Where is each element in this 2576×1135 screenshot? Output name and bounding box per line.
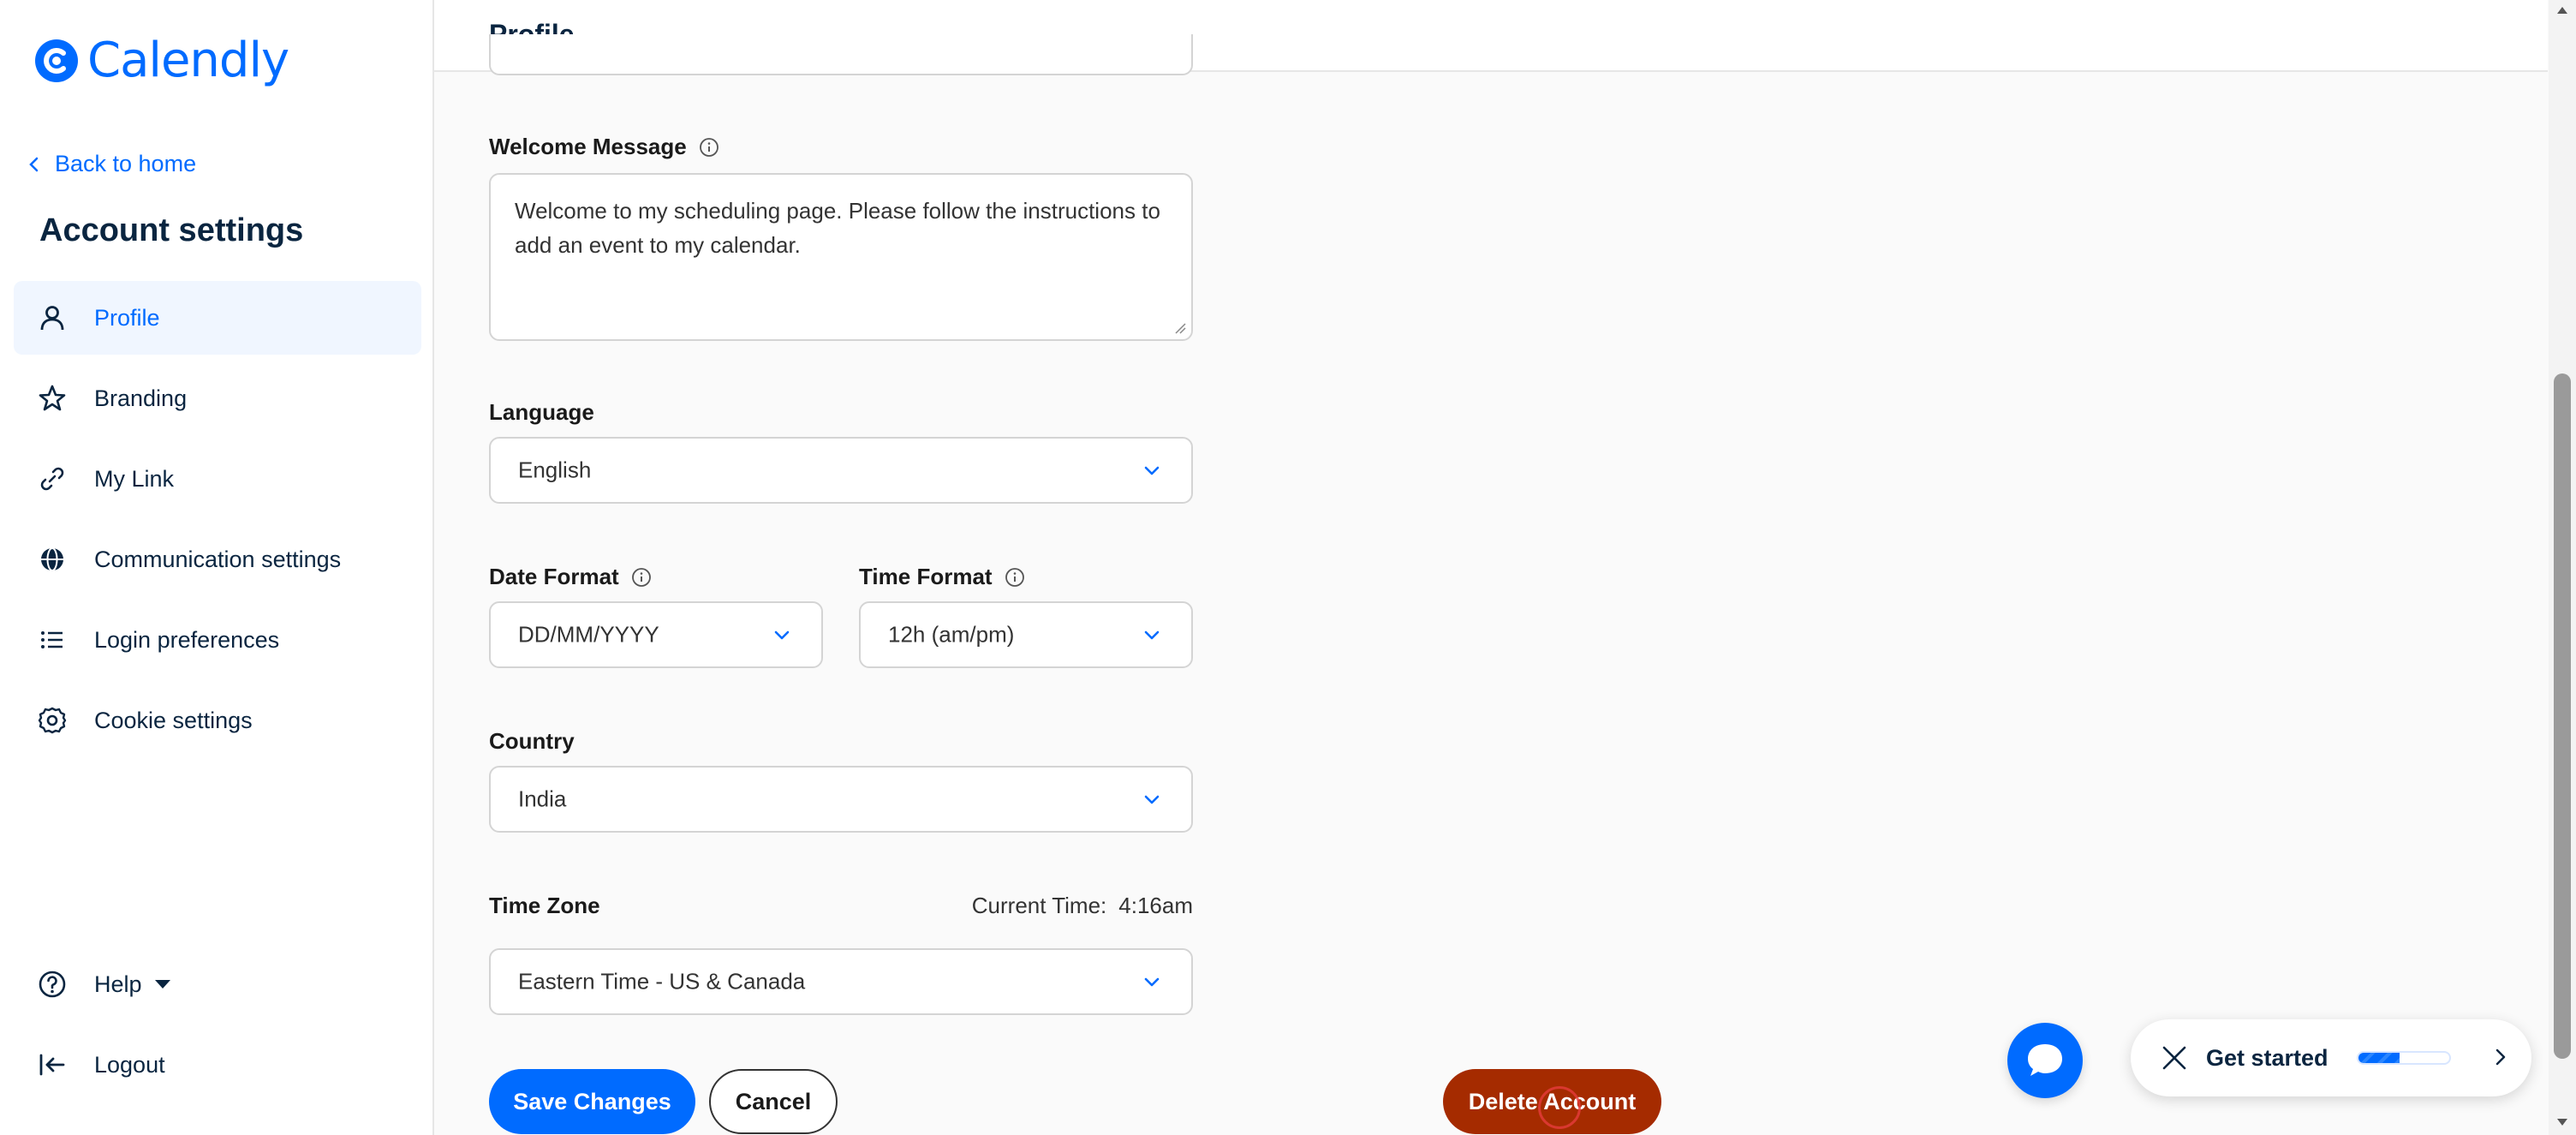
language-select[interactable]: English: [489, 437, 1193, 504]
welcome-message-label: Welcome Message: [489, 134, 719, 160]
back-to-home-link[interactable]: Back to home: [26, 151, 196, 177]
language-label: Language: [489, 399, 594, 426]
sidebar-item-communication-settings[interactable]: Communication settings: [14, 523, 421, 596]
time-format-value: 12h (am/pm): [888, 621, 1015, 648]
cancel-button[interactable]: Cancel: [709, 1069, 838, 1134]
scrollbar[interactable]: [2549, 0, 2576, 1135]
sidebar-item-label: My Link: [94, 465, 175, 492]
time-format-select[interactable]: 12h (am/pm): [859, 601, 1193, 668]
caret-down-icon: [154, 980, 170, 989]
info-icon[interactable]: [631, 567, 652, 588]
time-zone-label-text: Time Zone: [489, 893, 600, 918]
sidebar-item-label: Branding: [94, 385, 188, 411]
welcome-message-textarea[interactable]: Welcome to my scheduling page. Please fo…: [489, 173, 1193, 341]
close-icon[interactable]: [2160, 1043, 2189, 1072]
get-started-widget[interactable]: Get started: [2131, 1019, 2531, 1096]
sidebar-item-cookie-settings[interactable]: Cookie settings: [14, 684, 421, 757]
language-label-text: Language: [489, 399, 594, 425]
calendly-logo[interactable]: Calendly: [33, 33, 289, 88]
chevron-down-icon: [1144, 977, 1160, 987]
help-menu[interactable]: Help: [38, 970, 171, 999]
star-icon: [38, 384, 67, 413]
current-time-value: 4:16am: [1118, 893, 1193, 918]
date-format-select[interactable]: DD/MM/YYYY: [489, 601, 823, 668]
date-format-label-text: Date Format: [489, 564, 619, 589]
sidebar-item-my-link[interactable]: My Link: [14, 442, 421, 516]
language-value: English: [518, 457, 592, 483]
link-icon: [38, 464, 67, 493]
time-zone-select[interactable]: Eastern Time - US & Canada: [489, 948, 1193, 1015]
click-indicator: [1538, 1086, 1581, 1129]
resize-handle-icon[interactable]: [1174, 322, 1186, 334]
gear-icon: [38, 706, 67, 735]
time-format-label: Time Format: [859, 564, 1025, 590]
country-value: India: [518, 786, 567, 812]
sidebar-item-branding[interactable]: Branding: [14, 361, 421, 435]
welcome-message-label-text: Welcome Message: [489, 134, 687, 159]
current-time-readout: Current Time: 4:16am: [972, 893, 1193, 919]
logo-text: Calendly: [87, 33, 289, 88]
country-label: Country: [489, 728, 575, 755]
scroll-down-icon[interactable]: [2555, 1115, 2569, 1129]
sidebar-item-label: Profile: [94, 304, 160, 331]
back-to-home-label: Back to home: [55, 151, 197, 176]
country-select[interactable]: India: [489, 766, 1193, 833]
scroll-up-icon[interactable]: [2555, 3, 2569, 17]
sidebar-item-login-preferences[interactable]: Login preferences: [14, 603, 421, 677]
time-zone-label: Time Zone: [489, 893, 600, 919]
date-format-label: Date Format: [489, 564, 652, 590]
logout-label: Logout: [94, 1051, 165, 1078]
help-label: Help: [94, 971, 142, 997]
clipped-field[interactable]: [489, 34, 1193, 75]
get-started-progress: [2357, 1051, 2451, 1065]
get-started-label: Get started: [2206, 1044, 2329, 1071]
save-changes-button[interactable]: Save Changes: [489, 1069, 695, 1134]
time-zone-value: Eastern Time - US & Canada: [518, 968, 806, 995]
time-format-label-text: Time Format: [859, 564, 993, 589]
chevron-left-icon: [29, 157, 39, 171]
get-started-progress-fill: [2358, 1053, 2400, 1063]
sidebar-item-label: Communication settings: [94, 546, 342, 572]
chat-icon: [2028, 1044, 2062, 1076]
sidebar-item-label: Cookie settings: [94, 707, 253, 733]
globe-icon: [38, 545, 67, 574]
chevron-down-icon: [1144, 795, 1160, 804]
country-label-text: Country: [489, 728, 575, 754]
chevron-down-icon: [1144, 466, 1160, 475]
current-time-label: Current Time:: [971, 893, 1107, 918]
chevron-down-icon: [774, 630, 790, 640]
scrollbar-thumb[interactable]: [2554, 373, 2571, 1059]
date-format-value: DD/MM/YYYY: [518, 621, 659, 648]
section-title: Account settings: [39, 212, 304, 248]
chevron-right-icon[interactable]: [2489, 1045, 2513, 1069]
welcome-message-value: Welcome to my scheduling page. Please fo…: [515, 198, 1160, 258]
info-icon[interactable]: [1005, 567, 1025, 588]
calendly-logo-icon: [35, 39, 78, 82]
sidebar: Calendly Back to home Account settings P…: [0, 0, 434, 1135]
settings-nav: Profile Branding My Link Communication s…: [14, 281, 421, 764]
chevron-down-icon: [1144, 630, 1160, 640]
logout-icon: [38, 1050, 67, 1079]
user-icon: [38, 303, 67, 332]
info-icon[interactable]: [699, 137, 719, 158]
list-icon: [38, 625, 67, 654]
chat-button[interactable]: [2007, 1023, 2083, 1098]
sidebar-item-label: Login preferences: [94, 626, 280, 653]
logout-button[interactable]: Logout: [38, 1050, 165, 1079]
help-icon: [38, 970, 67, 999]
sidebar-item-profile[interactable]: Profile: [14, 281, 421, 355]
